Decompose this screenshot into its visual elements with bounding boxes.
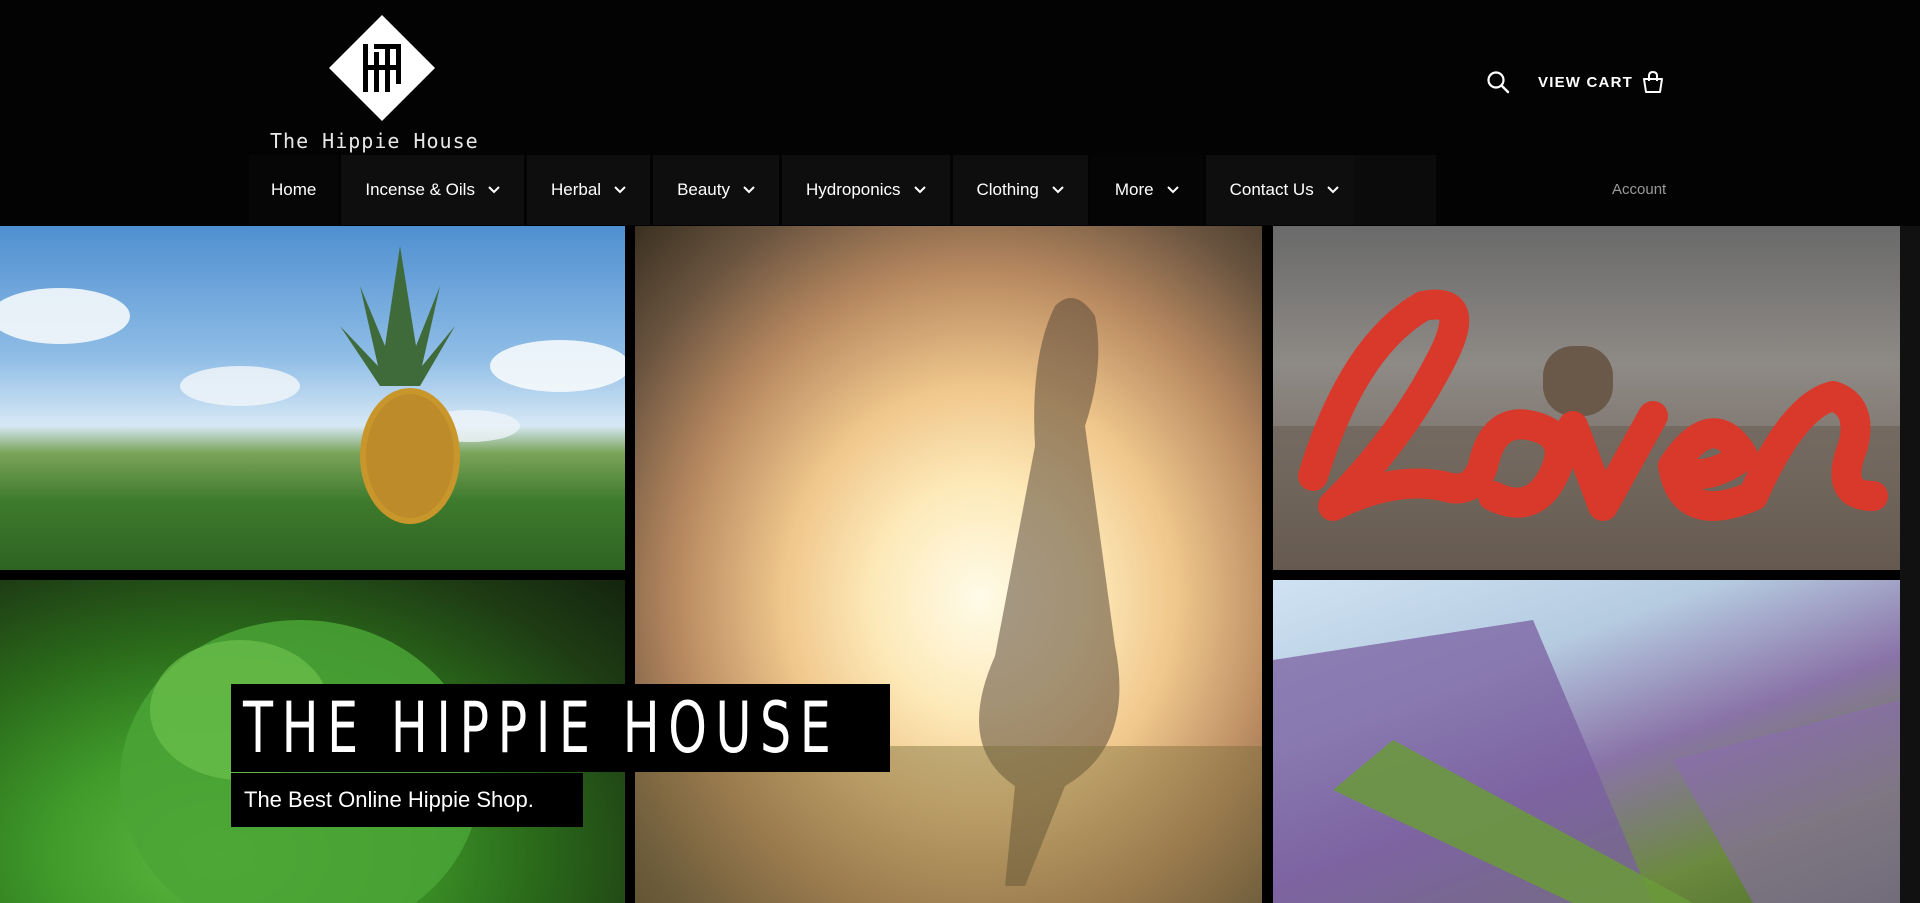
chevron-down-icon bbox=[1052, 186, 1064, 194]
site-logo[interactable]: The Hippie House bbox=[268, 12, 484, 154]
hero-subtitle: The Best Online Hippie Shop. bbox=[244, 787, 534, 812]
chevron-down-icon bbox=[488, 186, 500, 194]
hero-subtitle-box: The Best Online Hippie Shop. bbox=[231, 773, 583, 827]
nav-label: Contact Us bbox=[1229, 180, 1314, 199]
hero-tile-love-sign[interactable] bbox=[1273, 226, 1900, 570]
hero-tile-pineapple[interactable] bbox=[0, 226, 625, 570]
nav-item-home[interactable]: Home bbox=[249, 155, 339, 225]
nav-label: Herbal bbox=[550, 180, 602, 199]
nav-label: Hydroponics bbox=[806, 180, 901, 199]
logo-text: The Hippie House bbox=[270, 129, 479, 153]
hero-title: THE HIPPIE HOUSE bbox=[243, 687, 840, 769]
lavender-image bbox=[1273, 620, 1900, 903]
main-nav: Home Incense & Oils Herbal Beauty Hydrop… bbox=[249, 155, 1366, 225]
nav-item-more[interactable]: More bbox=[1090, 155, 1203, 225]
nav-item-hydroponics[interactable]: Hydroponics bbox=[782, 155, 950, 225]
pineapple-image bbox=[0, 246, 625, 524]
nav-label: More bbox=[1114, 180, 1154, 199]
chevron-down-icon bbox=[1326, 186, 1339, 194]
chevron-down-icon bbox=[614, 186, 626, 194]
search-icon bbox=[1487, 71, 1510, 94]
love-sign-image bbox=[1273, 289, 1900, 570]
chevron-down-icon bbox=[1166, 186, 1179, 194]
hero-tile-lavender[interactable] bbox=[1273, 580, 1900, 903]
hero-tile-sunlight-dancer[interactable] bbox=[635, 226, 1262, 903]
nav-item-herbal[interactable]: Herbal bbox=[526, 155, 651, 225]
nav-label: Beauty bbox=[677, 180, 730, 199]
logo-diamond-icon bbox=[329, 15, 435, 121]
header-actions: VIEW CART bbox=[1484, 68, 1665, 96]
hero-title-box: THE HIPPIE HOUSE bbox=[231, 684, 890, 772]
search-button[interactable] bbox=[1484, 68, 1512, 96]
nav-label: Home bbox=[271, 180, 317, 199]
nav-item-clothing[interactable]: Clothing bbox=[952, 155, 1088, 225]
nav-item-beauty[interactable]: Beauty bbox=[653, 155, 779, 225]
shopping-bag-icon bbox=[1641, 70, 1665, 94]
scrollbar[interactable] bbox=[1900, 226, 1920, 903]
nav-label: Clothing bbox=[976, 180, 1039, 199]
sunlit-dancer-image bbox=[635, 298, 1262, 903]
site-header: The Hippie House VIEW CART Home Incense … bbox=[0, 0, 1920, 226]
nav-spacer bbox=[1354, 155, 1436, 225]
nav-label: Incense & Oils bbox=[365, 180, 475, 199]
nav-item-incense-oils[interactable]: Incense & Oils bbox=[341, 155, 524, 225]
chevron-down-icon bbox=[913, 186, 926, 194]
view-cart-link[interactable]: VIEW CART bbox=[1538, 70, 1665, 94]
nav-item-contact-us[interactable]: Contact Us bbox=[1205, 155, 1363, 225]
view-cart-label: VIEW CART bbox=[1538, 73, 1633, 91]
account-link[interactable]: Account bbox=[1612, 181, 1666, 198]
chevron-down-icon bbox=[743, 186, 755, 194]
